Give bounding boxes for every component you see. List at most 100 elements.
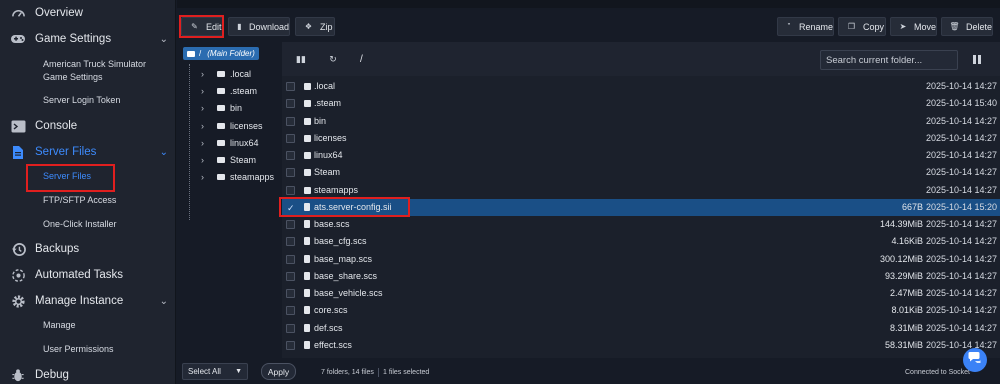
row-checkbox[interactable] [286,254,295,264]
file-row[interactable]: base_cfg.scs 4.16KiB 2025-10-14 14:27 [282,233,1000,250]
file-date: 2025-10-14 14:27 [925,167,997,178]
sub-item-user-permissions[interactable]: User Permissions [0,343,176,357]
nav-game-settings[interactable]: Game Settings ⌄ [0,26,176,52]
move-button[interactable]: ➤ Move [890,17,937,36]
file-size: 93.29MiB [884,270,923,281]
sub-item-server-files[interactable]: Server Files [0,170,176,184]
folder-tree: / (Main Folder) › .local › .steam › bin › licen… [177,42,281,356]
rename-button[interactable]: ” Rename [777,17,834,36]
file-date: 2025-10-14 14:27 [925,81,997,91]
tree-node[interactable]: › Steam [201,153,256,167]
file-row[interactable]: def.scs 8.31MiB 2025-10-14 14:27 [282,320,1000,337]
file-row[interactable]: .local 2025-10-14 14:27 [282,78,1000,95]
row-checkbox[interactable] [286,99,295,109]
file-row[interactable]: licenses 2025-10-14 14:27 [282,130,1000,147]
row-checkbox[interactable] [286,133,295,143]
nav-console[interactable]: Console [0,113,176,139]
file-name: licenses [314,132,347,143]
nav-backups-label: Backups [35,243,80,255]
sub-item-server-login-token[interactable]: Server Login Token [0,94,176,108]
file-date: 2025-10-14 14:27 [925,270,997,281]
file-row[interactable]: effect.scs 58.31MiB 2025-10-14 14:27 [282,337,1000,354]
nav-overview[interactable]: Overview [0,0,176,26]
file-date: 2025-10-14 14:27 [925,322,997,333]
file-row[interactable]: .steam 2025-10-14 15:40 [282,95,1000,112]
sub-item-manage[interactable]: Manage [0,319,176,333]
tree-node[interactable]: › linux64 [201,136,259,150]
search-input[interactable] [820,50,958,70]
copy-button[interactable]: ❐ Copy [838,17,886,36]
row-checkbox[interactable] [286,185,295,195]
file-row[interactable]: base_map.scs 300.12MiB 2025-10-14 14:27 [282,251,1000,268]
tree-root-main-folder[interactable]: / (Main Folder) [183,47,259,60]
folder-icon [217,88,225,95]
file-name: base_vehicle.scs [314,288,383,298]
tree-node[interactable]: › .local [201,67,251,81]
file-row[interactable]: core.scs 8.01KiB 2025-10-14 14:27 [282,302,1000,319]
copy-button-label: Copy [863,21,885,32]
nav-automated-tasks[interactable]: Automated Tasks [0,262,176,288]
file-row[interactable]: ✓ ats.server-config.sii 667B 2025-10-14 15:… [282,198,1000,216]
selection-count: 1 files selected [383,369,430,376]
file-row[interactable]: Steam 2025-10-14 14:27 [282,164,1000,181]
chevron-down-icon: ⌄ [159,146,168,158]
apply-button[interactable]: Apply [261,363,296,380]
row-checkbox[interactable] [286,306,295,316]
file-row[interactable]: base_vehicle.scs 2.47MiB 2025-10-14 14:27 [282,285,1000,302]
tree-node[interactable]: › steamapps [201,170,274,184]
status-divider [378,368,379,377]
file-row[interactable]: bin 2025-10-14 14:27 [282,113,1000,130]
edit-button[interactable]: ✎ Edit [181,17,224,36]
folder-icon [304,83,311,90]
row-checkbox[interactable]: ✓ [286,203,295,212]
delete-button[interactable]: 🗑 Delete [941,17,993,36]
gamepad-icon [10,31,26,47]
tree-node[interactable]: › bin [201,101,242,115]
file-list-header: ▮▮ ↻ / [282,42,1000,76]
file-row[interactable]: linux64 2025-10-14 14:27 [282,147,1000,164]
row-checkbox[interactable] [286,237,295,247]
file-row[interactable]: base.scs 144.39MiB 2025-10-14 14:27 [282,216,1000,233]
bulk-action-select[interactable]: Select All ▼ [182,363,248,380]
tree-node[interactable]: › .steam [201,84,257,98]
download-button[interactable]: ▮ Download [228,17,290,36]
move-button-label: Move [913,21,936,32]
file-icon [304,237,310,246]
copy-icon: ❐ [847,22,856,31]
file-name: bin [314,115,327,126]
row-checkbox[interactable] [286,151,295,160]
row-checkbox[interactable] [286,340,295,350]
row-checkbox[interactable] [286,289,295,298]
nav-backups[interactable]: Backups [0,236,176,262]
sub-item-one-click-installer[interactable]: One-Click Installer [0,218,176,232]
nav-manage-instance[interactable]: Manage Instance ⌄ [0,288,176,314]
row-checkbox[interactable] [286,116,295,126]
row-checkbox[interactable] [286,323,295,333]
file-name: base_cfg.scs [314,236,367,247]
nav-server-files[interactable]: Server Files ⌄ [0,139,176,165]
tree-node-label: .local [230,69,252,79]
sub-item-american-truck-simulator-game-settings[interactable]: American Truck Simulator Game Settings [0,58,176,84]
pause-icon[interactable] [973,55,981,64]
zip-button[interactable]: ❖ Zip [295,17,335,36]
chevron-right-icon: › [201,86,204,97]
nav-debug[interactable]: Debug [0,362,176,384]
row-checkbox[interactable] [286,271,295,281]
refresh-icon[interactable]: ↻ [328,54,338,64]
quote-icon: ” [787,22,791,31]
file-row[interactable]: base_share.scs 93.29MiB 2025-10-14 14:27 [282,268,1000,285]
bug-icon [10,367,26,383]
chevron-right-icon: › [201,69,204,79]
row-checkbox[interactable] [286,168,295,178]
folder-icon [217,157,225,163]
nav-overview-label: Overview [35,7,83,19]
chat-icon [968,351,982,369]
chat-button[interactable] [963,348,987,372]
sub-item-ftp-sftp-access[interactable]: FTP/SFTP Access [0,194,176,208]
row-checkbox[interactable] [286,82,295,91]
tree-node[interactable]: › licenses [201,119,263,133]
row-checkbox[interactable] [286,220,295,229]
columns-icon[interactable]: ▮▮ [296,54,306,64]
file-row[interactable]: steamapps 2025-10-14 14:27 [282,182,1000,199]
nav-console-label: Console [35,120,78,132]
